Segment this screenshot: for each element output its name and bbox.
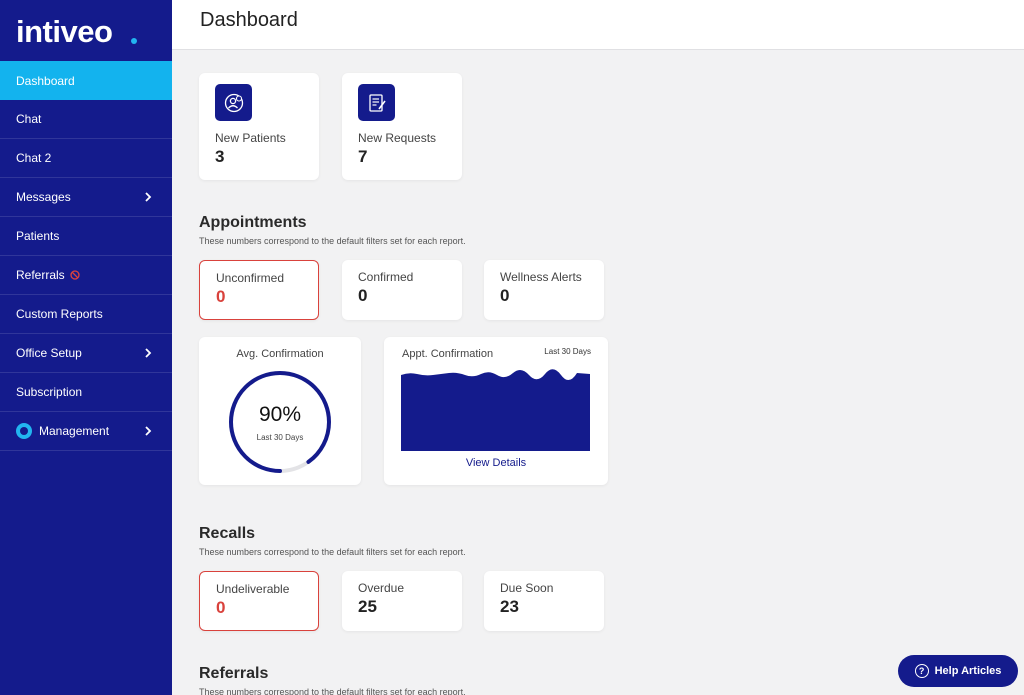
sidebar-item-referrals[interactable]: Referrals bbox=[0, 256, 172, 295]
undeliverable-card[interactable]: Undeliverable 0 bbox=[199, 571, 319, 631]
due-soon-label: Due Soon bbox=[500, 581, 554, 595]
sidebar-item-patients[interactable]: Patients bbox=[0, 217, 172, 256]
chevron-right-icon bbox=[145, 192, 152, 202]
page-title: Dashboard bbox=[200, 9, 298, 31]
confirmed-label: Confirmed bbox=[358, 270, 414, 284]
sidebar-item-chat[interactable]: Chat bbox=[0, 100, 172, 139]
overdue-value: 25 bbox=[358, 597, 377, 616]
question-icon: ? bbox=[914, 664, 929, 678]
intiveo-logo[interactable]: intiveo bbox=[0, 0, 172, 61]
due-soon-value: 23 bbox=[500, 597, 519, 616]
sidebar-item-label: Referrals bbox=[16, 268, 65, 282]
chevron-right-icon bbox=[145, 348, 152, 358]
appt-confirmation-area-chart bbox=[401, 369, 590, 451]
sidebar: intiveo Dashboard Chat Chat 2 Messages P… bbox=[0, 0, 172, 695]
unconfirmed-card[interactable]: Unconfirmed 0 bbox=[199, 260, 319, 320]
avg-confirmation-value: 90% bbox=[258, 403, 302, 426]
sidebar-item-office-setup[interactable]: Office Setup bbox=[0, 334, 172, 373]
new-patients-value: 3 bbox=[215, 147, 225, 166]
unconfirmed-value: 0 bbox=[216, 287, 226, 306]
appt-confirmation-range: Last 30 Days bbox=[544, 347, 591, 356]
help-articles-button[interactable]: ? Help Articles bbox=[898, 655, 1018, 687]
new-patients-card[interactable]: New Patients 3 bbox=[199, 73, 319, 180]
sidebar-item-label: Management bbox=[39, 424, 110, 438]
referrals-title: Referrals bbox=[199, 665, 269, 682]
wellness-alerts-card[interactable]: Wellness Alerts 0 bbox=[484, 260, 604, 320]
sidebar-item-label: Office Setup bbox=[16, 346, 82, 360]
sidebar-item-label: Subscription bbox=[16, 385, 83, 399]
appt-confirmation-card: Appt. Confirmation Last 30 Days View Det… bbox=[384, 337, 608, 485]
sidebar-item-custom-reports[interactable]: Custom Reports bbox=[0, 295, 172, 334]
sidebar-item-dashboard[interactable]: Dashboard bbox=[0, 61, 172, 100]
recalls-subtitle: These numbers correspond to the default … bbox=[199, 547, 466, 557]
avg-confirmation-card: Avg. Confirmation 90% Last 30 Days bbox=[199, 337, 361, 485]
sidebar-item-label: Dashboard bbox=[16, 73, 75, 88]
sidebar-item-label: Custom Reports bbox=[16, 307, 103, 321]
logo-dot bbox=[131, 38, 137, 44]
request-form-icon bbox=[358, 84, 395, 121]
avg-confirmation-title: Avg. Confirmation bbox=[236, 348, 324, 360]
sidebar-item-chat-2[interactable]: Chat 2 bbox=[0, 139, 172, 178]
avg-confirmation-period: Last 30 Days bbox=[256, 433, 304, 442]
new-requests-card[interactable]: New Requests 7 bbox=[342, 73, 462, 180]
appointments-subtitle: These numbers correspond to the default … bbox=[199, 236, 466, 246]
unconfirmed-label: Unconfirmed bbox=[216, 271, 285, 285]
due-soon-card[interactable]: Due Soon 23 bbox=[484, 571, 604, 631]
confirmed-card[interactable]: Confirmed 0 bbox=[342, 260, 462, 320]
sidebar-item-label: Chat bbox=[16, 112, 42, 126]
view-details-link[interactable]: View Details bbox=[384, 457, 608, 469]
overdue-card[interactable]: Overdue 25 bbox=[342, 571, 462, 631]
logo-text: intiveo bbox=[16, 14, 113, 49]
wellness-alerts-value: 0 bbox=[500, 286, 510, 305]
sidebar-item-label: Chat 2 bbox=[16, 151, 52, 165]
new-requests-label: New Requests bbox=[358, 131, 437, 145]
patient-icon bbox=[215, 84, 252, 121]
management-icon bbox=[16, 423, 32, 439]
new-requests-value: 7 bbox=[358, 147, 368, 166]
appt-confirmation-title: Appt. Confirmation bbox=[402, 348, 494, 360]
chevron-right-icon bbox=[145, 426, 152, 436]
sidebar-item-messages[interactable]: Messages bbox=[0, 178, 172, 217]
confirmed-value: 0 bbox=[358, 286, 368, 305]
wellness-alerts-label: Wellness Alerts bbox=[500, 270, 582, 284]
help-articles-label: Help Articles bbox=[934, 665, 1002, 677]
undeliverable-label: Undeliverable bbox=[216, 582, 290, 596]
appointments-title: Appointments bbox=[199, 214, 307, 231]
sidebar-item-label: Patients bbox=[16, 229, 60, 243]
new-patients-label: New Patients bbox=[215, 131, 286, 145]
undeliverable-value: 0 bbox=[216, 598, 226, 617]
recalls-title: Recalls bbox=[199, 525, 256, 542]
sidebar-item-label: Messages bbox=[16, 190, 71, 204]
sidebar-item-subscription[interactable]: Subscription bbox=[0, 373, 172, 412]
referrals-subtitle: These numbers correspond to the default … bbox=[199, 687, 466, 695]
prohibited-icon bbox=[70, 270, 80, 280]
sidebar-item-management[interactable]: Management bbox=[0, 412, 172, 451]
overdue-label: Overdue bbox=[358, 581, 405, 595]
page-header: Dashboard bbox=[172, 0, 1024, 50]
